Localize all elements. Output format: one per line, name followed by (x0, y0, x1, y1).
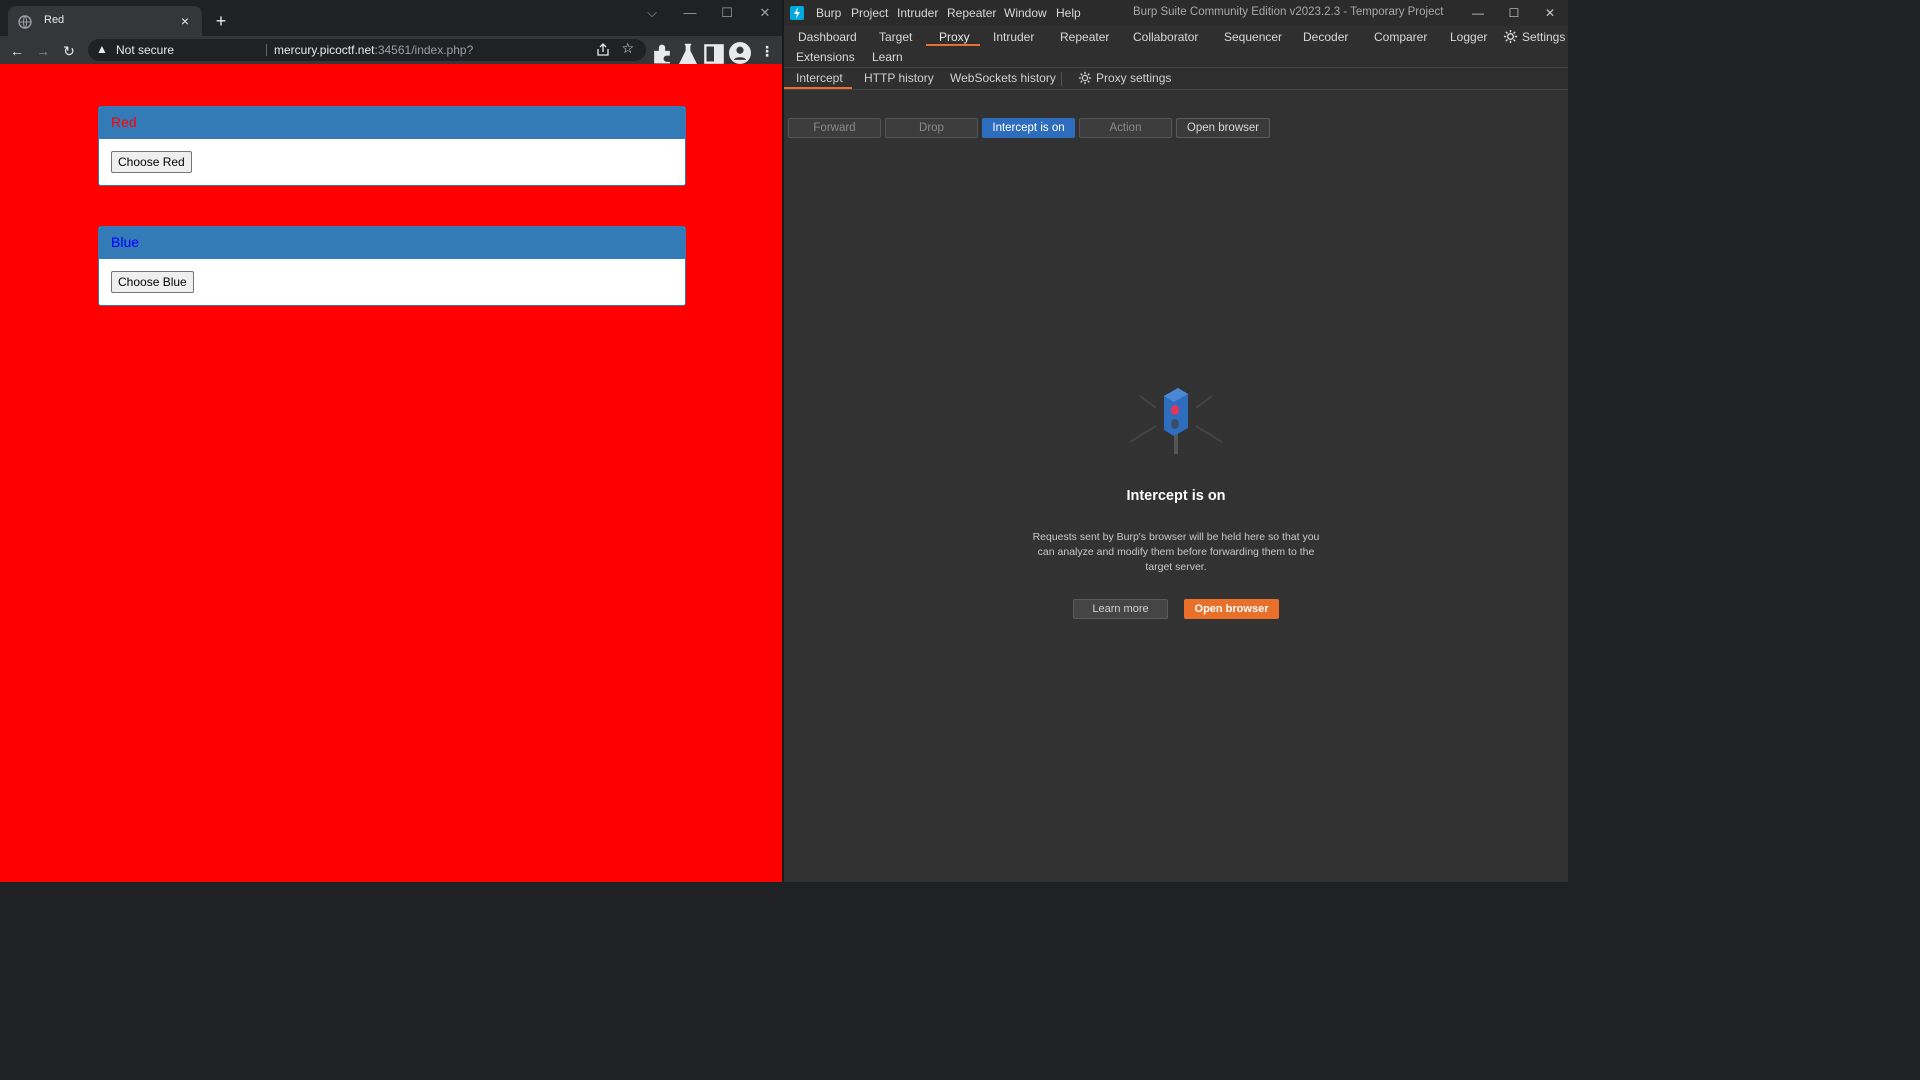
chrome-window: Red × + ⌵ — ☐ ✕ ← → ↻ ▲ Not secure mercu… (0, 0, 782, 882)
choose-blue-button[interactable]: Choose Blue (111, 271, 194, 293)
tab-target[interactable]: Target (879, 30, 912, 44)
burp-titlebar: Burp Project Intruder Repeater Window He… (784, 0, 1568, 26)
tab-dashboard[interactable]: Dashboard (798, 30, 857, 44)
tab-close-icon[interactable]: × (176, 12, 194, 30)
menu-window[interactable]: Window (1004, 6, 1047, 20)
open-browser-button[interactable]: Open browser (1176, 118, 1270, 138)
tab-proxy[interactable]: Proxy (939, 30, 970, 44)
tab-collaborator[interactable]: Collaborator (1133, 30, 1198, 44)
red-panel-body: Choose Red (99, 139, 685, 185)
menu-project[interactable]: Project (851, 6, 888, 20)
tab-extensions[interactable]: Extensions (796, 50, 855, 64)
menu-repeater[interactable]: Repeater (947, 6, 996, 20)
tab-search-icon[interactable]: ⌵ (637, 2, 667, 24)
tab-settings[interactable]: Settings (1522, 30, 1565, 44)
red-heading-text: Red (111, 114, 137, 130)
share-icon[interactable] (596, 43, 610, 57)
desktop: Red × + ⌵ — ☐ ✕ ← → ↻ ▲ Not secure mercu… (0, 0, 1568, 882)
empty-state-description: Requests sent by Burp's browser will be … (1032, 531, 1320, 573)
tab-title: Red (44, 14, 65, 26)
browser-toolbar: ← → ↻ ▲ Not secure mercury.picoctf.net:3… (0, 36, 782, 65)
burp-minimize-icon[interactable]: — (1464, 4, 1492, 22)
tab-strip: Red × + ⌵ — ☐ ✕ (0, 0, 782, 40)
blue-panel-heading: Blue (99, 227, 685, 259)
open-browser-cta-button[interactable]: Open browser (1184, 599, 1279, 619)
intercept-toggle-button[interactable]: Intercept is on (982, 118, 1075, 138)
active-subtab-indicator (784, 87, 852, 89)
tab-sequencer[interactable]: Sequencer (1224, 30, 1282, 44)
proxy-settings-link[interactable]: Proxy settings (1096, 71, 1171, 85)
menu-intruder[interactable]: Intruder (897, 6, 938, 20)
profile-icon[interactable] (729, 42, 751, 64)
burp-logo-icon (790, 6, 804, 20)
action-button[interactable]: Action (1079, 118, 1172, 138)
settings-gear-icon[interactable] (1503, 29, 1518, 44)
choose-red-button[interactable]: Choose Red (111, 151, 192, 173)
star-icon[interactable]: ☆ (621, 40, 634, 57)
active-tab-indicator (926, 44, 980, 46)
tab-intruder[interactable]: Intruder (993, 30, 1034, 44)
subtab-intercept[interactable]: Intercept (796, 71, 843, 85)
main-tabs: Dashboard Target Proxy Intruder Repeater… (784, 26, 1568, 68)
blue-heading-text: Blue (111, 234, 140, 250)
globe-icon (18, 15, 32, 29)
tab-logger[interactable]: Logger (1450, 30, 1487, 44)
new-tab-button[interactable]: + (210, 10, 232, 32)
address-bar[interactable]: ▲ Not secure mercury.picoctf.net:34561/i… (88, 39, 646, 61)
proxy-subtabs: Intercept HTTP history WebSockets histor… (784, 68, 1568, 90)
forward-button[interactable]: Forward (788, 118, 881, 138)
minimize-icon[interactable]: — (675, 2, 705, 24)
blue-panel-body: Choose Blue (99, 259, 685, 305)
extensions-icon[interactable] (651, 43, 673, 65)
burp-window: Burp Project Intruder Repeater Window He… (784, 0, 1568, 882)
tab-decoder[interactable]: Decoder (1303, 30, 1348, 44)
browser-tab[interactable]: Red × (8, 6, 202, 40)
menu-burp[interactable]: Burp (816, 6, 841, 20)
security-label[interactable]: Not secure (116, 43, 174, 57)
proxy-settings-gear-icon[interactable] (1078, 71, 1092, 85)
burp-close-icon[interactable]: ✕ (1536, 4, 1564, 22)
close-window-icon[interactable]: ✕ (750, 2, 780, 24)
traffic-light-icon (1129, 388, 1223, 454)
omnibox-divider (266, 44, 267, 56)
side-panel-icon[interactable] (703, 43, 725, 65)
blue-panel: Blue Choose Blue (98, 226, 686, 306)
url-host: mercury.picoctf.net (274, 43, 375, 57)
red-panel-heading: Red (99, 107, 685, 139)
url-path: :34561/index.php? (374, 43, 474, 57)
subtab-websockets-history[interactable]: WebSockets history (950, 71, 1056, 85)
learn-more-button[interactable]: Learn more (1073, 599, 1168, 619)
maximize-icon[interactable]: ☐ (712, 2, 742, 24)
red-panel: Red Choose Red (98, 106, 686, 186)
subtab-divider (1061, 72, 1062, 86)
tab-comparer[interactable]: Comparer (1374, 30, 1427, 44)
tab-repeater[interactable]: Repeater (1060, 30, 1109, 44)
labs-icon[interactable] (677, 43, 699, 65)
burp-maximize-icon[interactable]: ☐ (1500, 4, 1528, 22)
url-text[interactable]: mercury.picoctf.net:34561/index.php? (274, 43, 473, 57)
warning-icon: ▲ (96, 42, 108, 56)
web-page: Red Choose Red Blue Choose Blue (0, 64, 782, 882)
menu-icon[interactable]: ⋮ (756, 40, 778, 62)
reload-icon[interactable]: ↻ (58, 40, 80, 62)
drop-button[interactable]: Drop (885, 118, 978, 138)
forward-icon[interactable]: → (32, 40, 54, 62)
subtab-http-history[interactable]: HTTP history (864, 71, 934, 85)
empty-state-title: Intercept is on (1126, 488, 1226, 504)
menu-help[interactable]: Help (1056, 6, 1081, 20)
tab-learn[interactable]: Learn (872, 50, 903, 64)
back-icon[interactable]: ← (6, 40, 28, 62)
window-title: Burp Suite Community Edition v2023.2.3 -… (1133, 6, 1444, 18)
